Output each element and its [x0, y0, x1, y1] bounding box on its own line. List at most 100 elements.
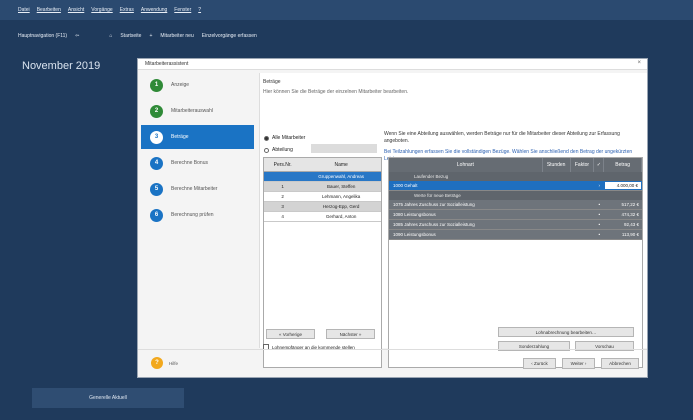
cell-nr: 1 — [281, 184, 284, 189]
general-button[interactable]: Generelle Aktuell — [32, 388, 184, 408]
edit-payroll-button[interactable]: Lohnabrechnung bearbeiten… — [498, 327, 634, 337]
step-number-badge: 3 — [150, 130, 163, 144]
toolbar: Hauptnavigation (F11) ⇦ ⌂ Startseite + M… — [0, 27, 693, 45]
radio-all-employees[interactable]: Alle Mitarbeiter — [264, 135, 305, 141]
menu-help[interactable]: ? — [198, 7, 201, 13]
employee-table-header: Pers.Nr. Name — [264, 158, 381, 172]
step-number-badge: 5 — [150, 182, 163, 196]
step-6[interactable]: 6 Berechnung prüfen — [141, 203, 254, 227]
cell-name: Herzog-Epp, Gerd — [322, 204, 360, 209]
toolbar-hint: Einzelvorgänge erfassen — [201, 33, 257, 39]
cell-name: Gruppenwahl, Andreas — [318, 174, 365, 179]
back-button[interactable]: ‹ Zurück — [523, 358, 556, 369]
main-panel: Beträge Hier können Sie die Beträge der … — [259, 73, 647, 368]
row-marker: • — [598, 212, 601, 217]
menu-processes[interactable]: Vorgänge — [91, 7, 112, 13]
home-icon[interactable]: ⌂ — [109, 33, 112, 39]
cell-wage-type: 1090 Leistungsbonus — [393, 232, 436, 237]
dialog-titlebar: Mitarbeiterassistent × — [138, 59, 647, 70]
section-title: Beträge — [263, 79, 281, 85]
step-label: Berechne Mitarbeiter — [171, 186, 218, 192]
menu-edit[interactable]: Bearbeiten — [37, 7, 61, 13]
table-row[interactable]: 1000 Gehalt › 4.000,00 € — [389, 181, 642, 191]
amount-input[interactable]: 4.000,00 € — [604, 181, 642, 190]
step-label: Mitarbeiterauswahl — [171, 108, 213, 114]
start-page-link[interactable]: Startseite — [120, 33, 141, 39]
radio-department[interactable]: Abteilung — [264, 147, 305, 153]
column-header[interactable]: Pers.Nr. — [264, 158, 301, 171]
step-label: Berechne Bonus — [171, 160, 208, 166]
table-row[interactable]: 3 Herzog-Epp, Gerd — [264, 202, 381, 212]
department-select[interactable] — [311, 144, 377, 153]
filter-radios: Alle Mitarbeiter Abteilung — [264, 135, 377, 159]
table-row[interactable]: 1080 Leistungsbonus • 474,32 € — [389, 210, 642, 220]
cell-amount: 92,43 € — [624, 222, 640, 227]
help-label[interactable]: Hilfe — [169, 361, 178, 366]
step-number-badge: 4 — [150, 156, 163, 170]
step-number-badge: 2 — [150, 104, 163, 118]
step-label: Berechnung prüfen — [171, 212, 214, 218]
wizard-steps: 1 Anzeige 2 Mitarbeiterauswahl 3 Beträge… — [141, 73, 254, 229]
menu-window[interactable]: Fenster — [174, 7, 191, 13]
table-row[interactable]: 1090 Leistungsbonus • 113,90 € — [389, 230, 642, 240]
column-header[interactable]: Name — [301, 158, 381, 171]
cell-amount: 474,32 € — [621, 212, 640, 217]
back-arrow-icon[interactable]: ⇦ — [75, 33, 79, 39]
main-nav-button[interactable]: Hauptnavigation (F11) — [18, 33, 67, 39]
row-marker: • — [598, 232, 601, 237]
cell-wage-type: 1000 Gehalt — [393, 183, 418, 188]
table-row[interactable]: 1075 Jahres Zuschuss zur Sozialleistung … — [389, 200, 642, 210]
cell-wage-type: 1085 Jahres Zuschuss zur Sozialleistung — [393, 222, 475, 227]
menu-view[interactable]: Ansicht — [68, 7, 84, 13]
step-label: Beträge — [171, 134, 189, 140]
close-icon[interactable]: × — [637, 60, 641, 66]
table-row[interactable]: 1085 Jahres Zuschuss zur Sozialleistung … — [389, 220, 642, 230]
column-header[interactable]: Stunden — [543, 158, 571, 172]
forward-button[interactable]: Weiter › — [562, 358, 595, 369]
step-label: Anzeige — [171, 82, 190, 88]
cell-name: Gerhard, Anton — [325, 214, 357, 219]
radio-dot[interactable] — [264, 135, 269, 141]
menu-app[interactable]: Anwendung — [141, 7, 167, 13]
radio-label: Abteilung — [272, 147, 293, 153]
dialog-footer: ? Hilfe ‹ Zurück Weiter › Abbrechen — [138, 349, 647, 378]
cell-nr: 4 — [281, 214, 284, 219]
cell-name: Lehmann, Angelika — [322, 194, 361, 199]
cell-name: Bauer, Steffen — [326, 184, 356, 189]
cell-wage-type: 1080 Leistungsbonus — [393, 212, 436, 217]
table-row[interactable]: 1 Bauer, Steffen — [264, 182, 381, 192]
assistant-dialog: Mitarbeiterassistent × 1 Anzeige 2 Mitar… — [137, 58, 648, 378]
table-row[interactable]: 4 Gerhard, Anton — [264, 212, 381, 222]
table-row[interactable]: Gruppenwahl, Andreas — [264, 172, 381, 182]
help-icon[interactable]: ? — [151, 357, 163, 369]
cell-nr: 3 — [281, 204, 284, 209]
cancel-button[interactable]: Abbrechen — [601, 358, 639, 369]
table-row[interactable]: 2 Lehmann, Angelika — [264, 192, 381, 202]
step-1[interactable]: 1 Anzeige — [141, 73, 254, 97]
previous-button[interactable]: « Vorherige — [266, 329, 315, 339]
next-button[interactable]: Nächster » — [326, 329, 375, 339]
column-header[interactable]: Betrag — [604, 158, 642, 172]
row-marker: • — [598, 202, 601, 207]
step-3[interactable]: 3 Beträge — [141, 125, 254, 149]
group-header: Laufender Bezug — [389, 172, 642, 181]
step-5[interactable]: 5 Berechne Mitarbeiter — [141, 177, 254, 201]
step-4[interactable]: 4 Berechne Bonus — [141, 151, 254, 175]
step-2[interactable]: 2 Mitarbeiterauswahl — [141, 99, 254, 123]
column-header[interactable]: Lohnart — [389, 158, 543, 172]
menu-extras[interactable]: Extras — [120, 7, 134, 13]
dialog-title: Mitarbeiterassistent — [145, 61, 189, 67]
radio-dot[interactable] — [264, 147, 269, 153]
month-title: November 2019 — [22, 60, 101, 72]
cell-nr: 2 — [281, 194, 284, 199]
row-marker: › — [598, 183, 601, 188]
column-header[interactable]: Faktor — [571, 158, 595, 172]
new-employee-link[interactable]: Mitarbeiter neu — [160, 33, 193, 39]
plus-icon[interactable]: + — [149, 33, 152, 39]
column-header[interactable]: ✓ — [594, 158, 605, 172]
step-number-badge: 6 — [150, 208, 163, 222]
menu-file[interactable]: Datei — [18, 7, 30, 13]
cell-wage-type: 1075 Jahres Zuschuss zur Sozialleistung — [393, 202, 475, 207]
info-paragraph: Wenn Sie eine Abteilung auswählen, werde… — [384, 131, 620, 144]
wage-table-header: Lohnart Stunden Faktor ✓ Betrag — [389, 158, 642, 172]
